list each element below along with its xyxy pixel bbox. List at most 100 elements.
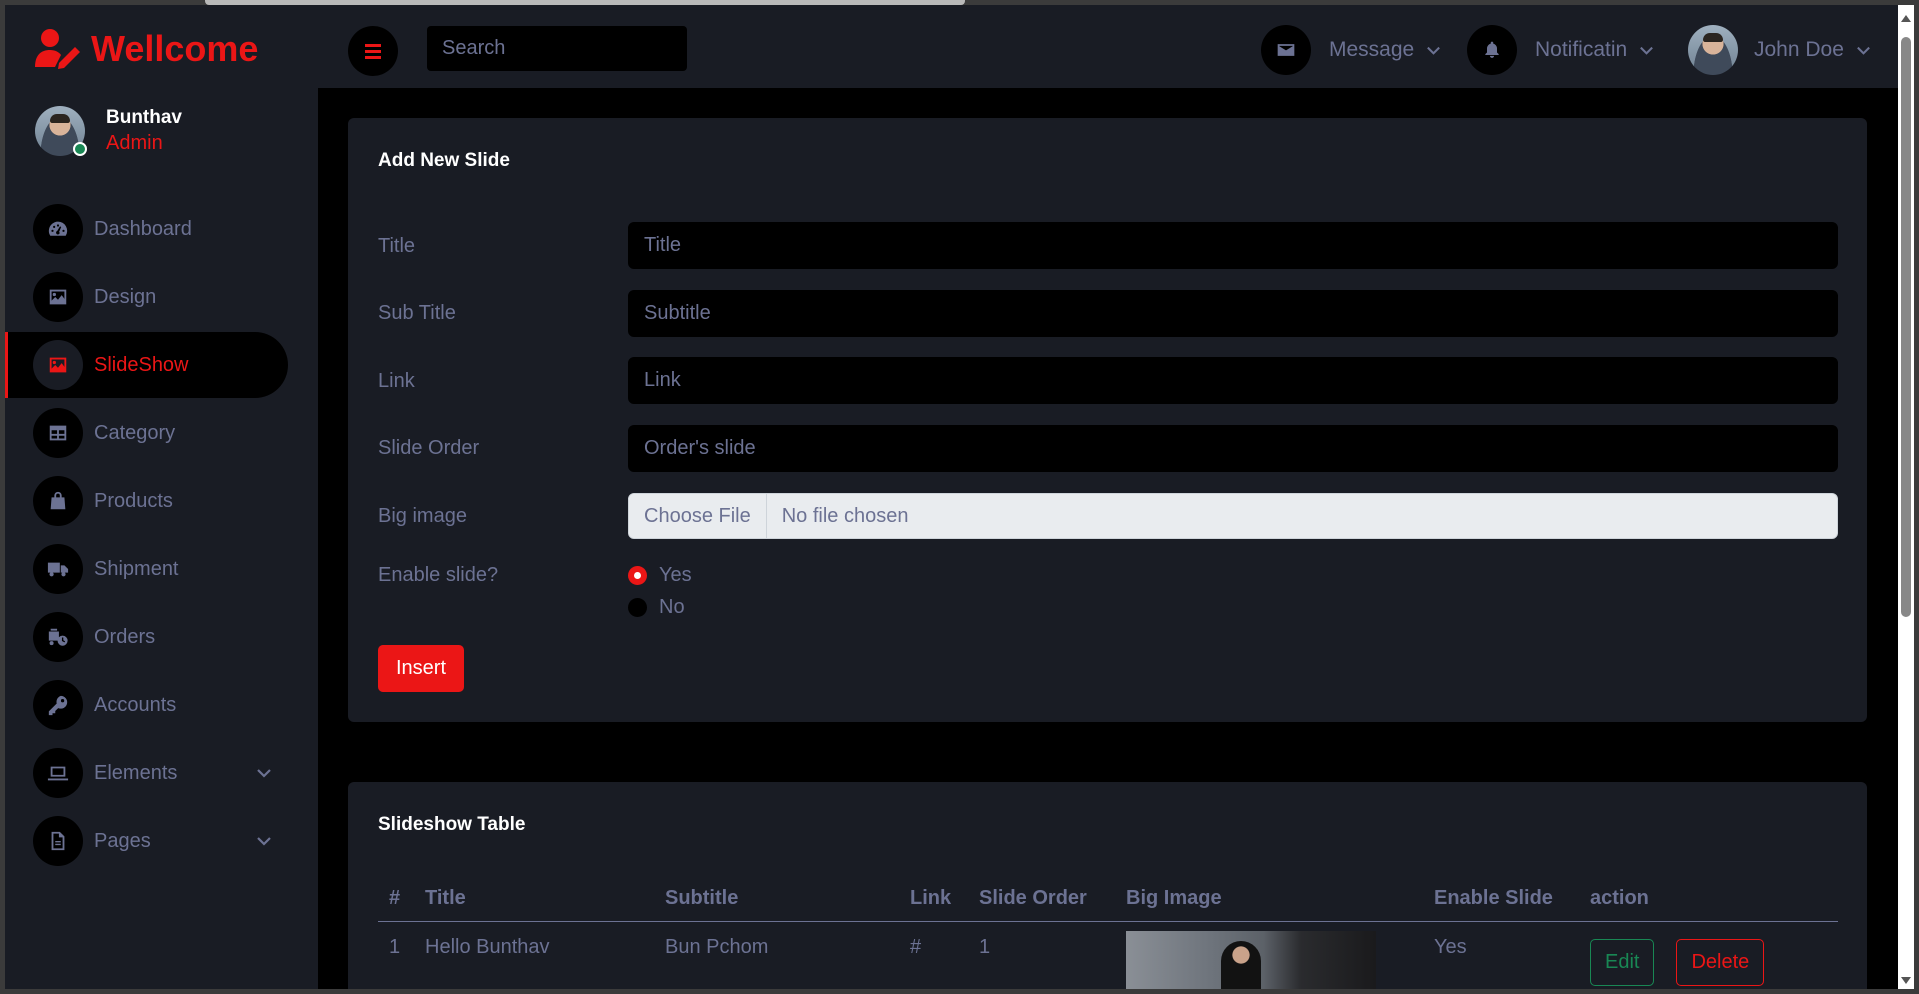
sidebar-item-label: Shipment [94, 557, 179, 580]
window-frame-bottom [0, 989, 1919, 994]
search-input[interactable] [427, 26, 687, 71]
choose-file-button[interactable]: Choose File [629, 494, 767, 538]
sidebar-item-slideshow[interactable]: SlideShow [5, 332, 288, 398]
avatar [1688, 25, 1738, 75]
file-icon [33, 816, 83, 866]
window-frame-right [1914, 0, 1919, 994]
cell-link: # [910, 935, 922, 958]
truck-icon [33, 544, 83, 594]
sidebar-item-orders[interactable]: Orders [5, 604, 318, 670]
sidebar-item-label: Products [94, 489, 173, 512]
laptop-icon [33, 748, 83, 798]
sidebar-item-pages[interactable]: Pages [5, 808, 318, 874]
radio-yes-button[interactable] [628, 566, 647, 585]
radio-no[interactable]: No [628, 596, 685, 619]
bell-icon [1467, 25, 1517, 75]
radio-no-label: No [659, 596, 685, 618]
link-label: Link [378, 370, 415, 392]
sidebar-item-category[interactable]: Category [5, 400, 318, 466]
big-image-file-input[interactable]: Choose File No file chosen [628, 493, 1838, 539]
sidebar-item-label: Elements [94, 761, 178, 784]
chevron-down-icon[interactable] [255, 764, 273, 782]
gauge-icon [33, 204, 83, 254]
sidebar-item-shipment[interactable]: Shipment [5, 536, 318, 602]
avatar [35, 105, 87, 156]
title-input[interactable] [628, 222, 1838, 269]
file-status: No file chosen [781, 504, 909, 527]
shopping-bag-icon [33, 476, 83, 526]
sidebar-profile: Bunthav Admin [35, 105, 182, 156]
edit-button[interactable]: Edit [1590, 938, 1655, 986]
link-input[interactable] [628, 357, 1838, 404]
column-header: Big Image [1115, 876, 1423, 922]
column-header: Subtitle [654, 876, 899, 922]
page-scrollbar[interactable] [1898, 5, 1914, 989]
message-dropdown[interactable]: Message [1261, 25, 1442, 75]
cell-num: 1 [389, 935, 401, 958]
sidebar-item-label: Category [94, 421, 176, 444]
sidebar-item-dashboard[interactable]: Dashboard [5, 196, 318, 262]
user-name-label: John Doe [1754, 38, 1844, 61]
image-icon [33, 272, 83, 322]
sidebar-item-accounts[interactable]: Accounts [5, 672, 318, 738]
sidebar-item-label: Pages [94, 829, 151, 852]
chevron-down-icon[interactable] [255, 832, 273, 850]
envelope-icon [1261, 25, 1311, 75]
brand-logo[interactable]: Wellcome [35, 28, 258, 69]
radio-yes-label: Yes [659, 564, 692, 586]
radio-no-button[interactable] [628, 598, 647, 617]
sidebar-item-products[interactable]: Products [5, 468, 318, 534]
profile-name: Bunthav [106, 107, 182, 128]
add-slide-card: Add New Slide Title Sub Title Link Slide… [348, 118, 1867, 722]
column-header: # [378, 876, 414, 922]
column-header: Link [899, 876, 968, 922]
delete-button[interactable]: Delete [1676, 938, 1765, 986]
subtitle-label: Sub Title [378, 302, 456, 324]
image-icon [33, 340, 83, 390]
slide-order-input[interactable] [628, 425, 1838, 472]
title-label: Title [378, 235, 416, 257]
scroll-up-arrow-icon[interactable] [1901, 15, 1911, 22]
sidebar: Wellcome Bunthav Admin Dashboard Design [5, 5, 318, 994]
column-header: Enable Slide [1423, 876, 1579, 922]
user-edit-icon [35, 29, 80, 69]
slide-order-label: Slide Order [378, 437, 480, 459]
truck-clock-icon [33, 612, 83, 662]
radio-yes[interactable]: Yes [628, 564, 692, 587]
cell-order: 1 [979, 935, 991, 958]
cell-big-image [1115, 921, 1423, 994]
sidebar-item-design[interactable]: Design [5, 264, 318, 330]
sidebar-item-label: Design [94, 285, 157, 308]
cell-title: Hello Bunthav [425, 935, 550, 958]
cell-action: Edit Delete [1579, 921, 1838, 994]
slideshow-table: # Title Subtitle Link Slide Order Big Im… [378, 876, 1838, 994]
chevron-down-icon [1640, 46, 1654, 55]
sidebar-item-label: Dashboard [94, 217, 192, 240]
message-label: Message [1329, 38, 1415, 61]
card-title: Add New Slide [378, 150, 510, 171]
sidebar-item-elements[interactable]: Elements [5, 740, 318, 806]
sidebar-item-label: SlideShow [94, 353, 189, 376]
scroll-down-arrow-icon[interactable] [1901, 977, 1911, 984]
profile-role: Admin [106, 132, 163, 154]
big-image-label: Big image [378, 505, 467, 527]
cell-subtitle: Bun Pchom [665, 935, 769, 958]
insert-button[interactable]: Insert [378, 645, 464, 692]
scrollbar-thumb[interactable] [1901, 37, 1911, 617]
slide-thumbnail-image [1126, 930, 1376, 994]
sidebar-toggle-button[interactable] [348, 26, 398, 76]
enable-slide-label: Enable slide? [378, 564, 499, 586]
column-header: Title [414, 876, 654, 922]
table-header-row: # Title Subtitle Link Slide Order Big Im… [378, 876, 1838, 922]
online-status-dot [73, 141, 87, 156]
sidebar-item-label: Orders [94, 625, 156, 648]
menu-bars-icon [365, 44, 381, 59]
subtitle-input[interactable] [628, 290, 1838, 337]
table-row: 1 Hello Bunthav Bun Pchom # 1 Yes Edit De… [378, 921, 1838, 994]
user-dropdown[interactable]: John Doe [1688, 25, 1872, 75]
sidebar-nav: Dashboard Design SlideShow Category Prod… [5, 196, 318, 876]
key-icon [33, 680, 83, 730]
chevron-down-icon [1427, 46, 1441, 55]
notification-label: Notificatin [1535, 38, 1628, 61]
notification-dropdown[interactable]: Notificatin [1467, 25, 1655, 75]
